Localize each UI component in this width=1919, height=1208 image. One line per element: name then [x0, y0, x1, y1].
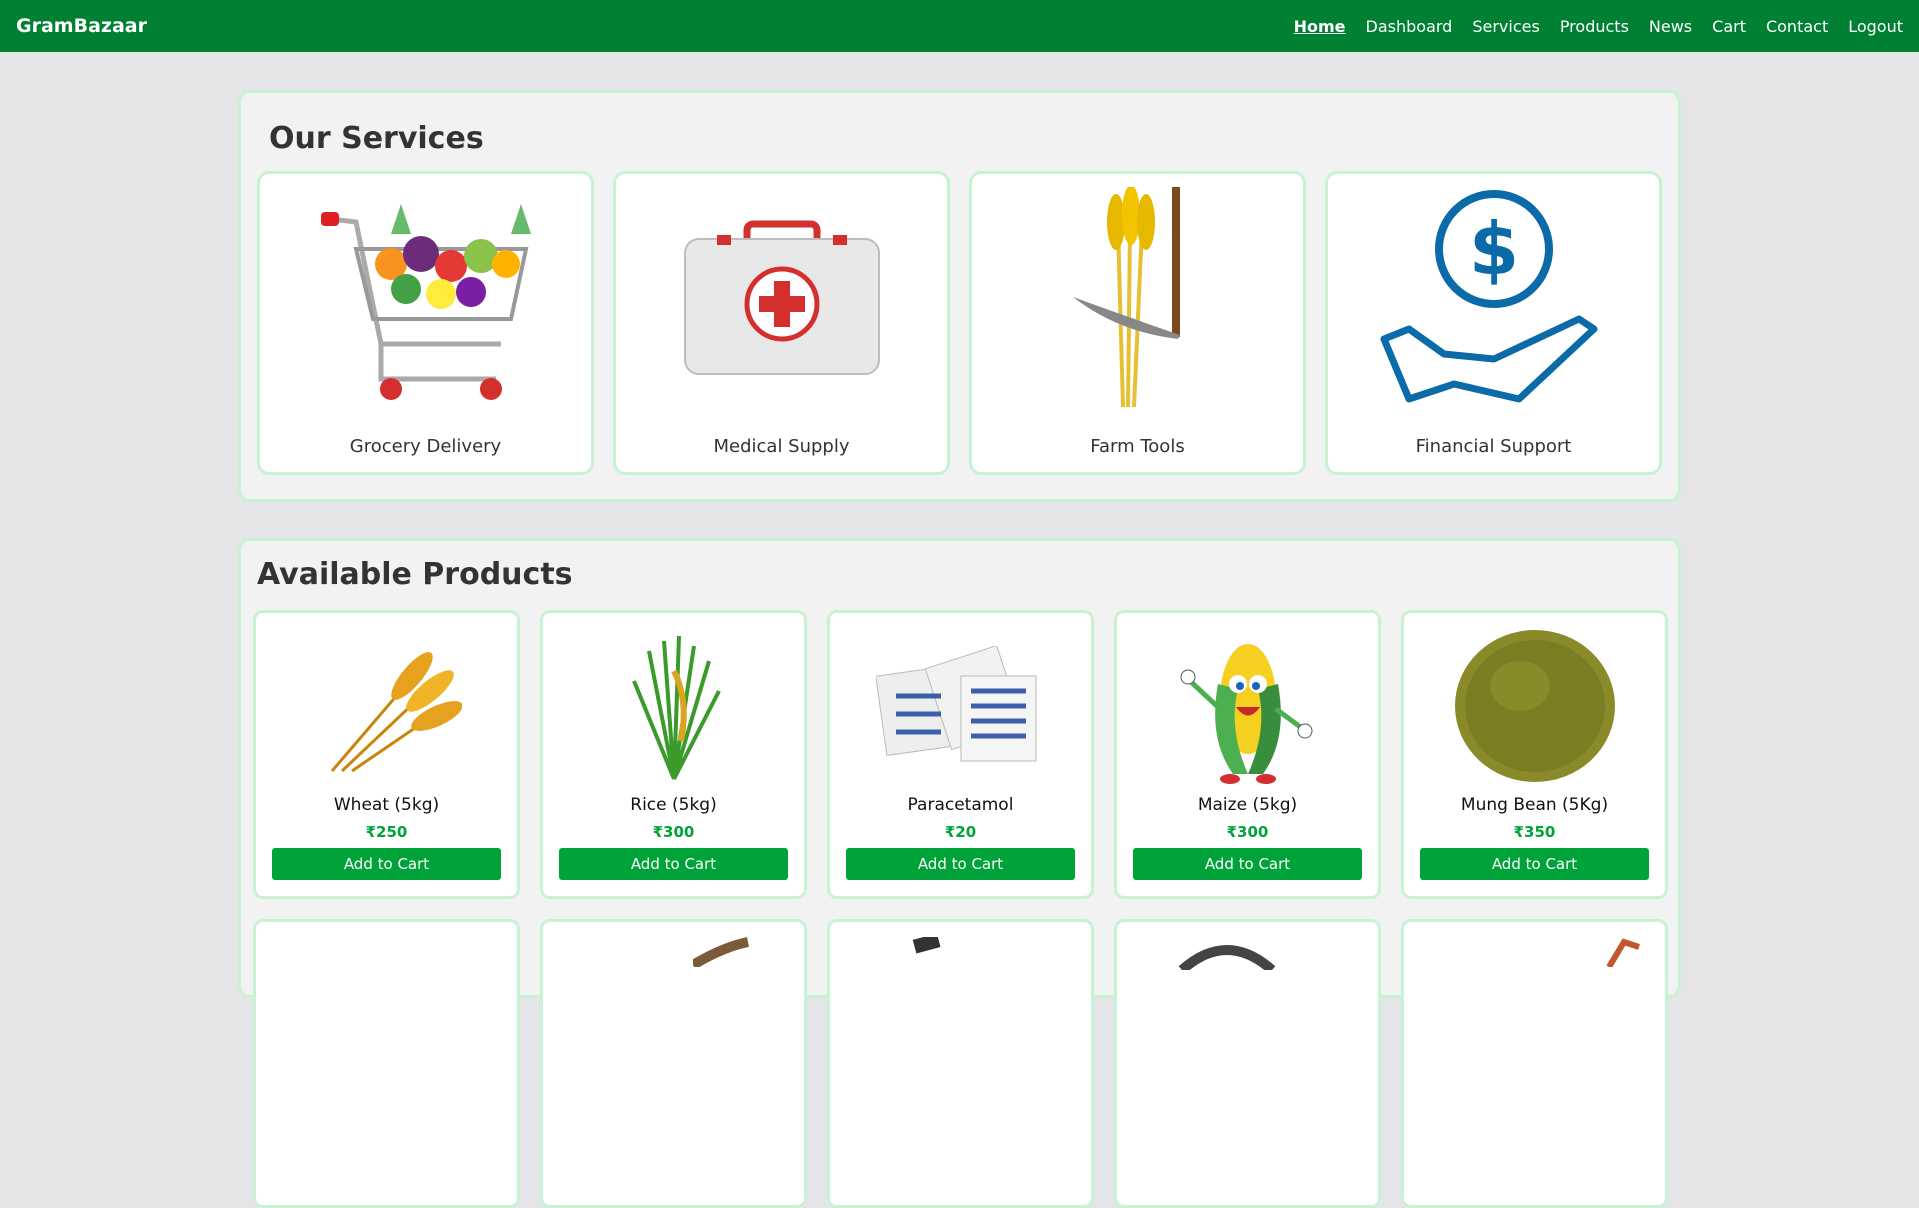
product-name-maize: Maize (5kg) [1197, 795, 1298, 815]
product-card-paracetamol[interactable]: Paracetamol ₹20 Add to Cart [827, 610, 1094, 899]
services-title: Our Services [269, 121, 484, 156]
product-card[interactable] [253, 919, 520, 1208]
service-card-financial[interactable]: $ Financial Support [1325, 171, 1662, 475]
wheat-icon [256, 631, 517, 781]
nav-logout-link[interactable]: Logout [1848, 17, 1903, 36]
services-section: Our Services Grocery Delivery Medical Su… [238, 90, 1681, 502]
nav-services-link[interactable]: Services [1472, 17, 1539, 36]
nav-links: Home Dashboard Services Products News Ca… [1294, 17, 1903, 36]
nav-home-link[interactable]: Home [1294, 17, 1346, 36]
product-card-maize[interactable]: Maize (5kg) ₹300 Add to Cart [1114, 610, 1381, 899]
nav-products-link[interactable]: Products [1560, 17, 1629, 36]
add-to-cart-button-maize[interactable]: Add to Cart [1133, 848, 1362, 880]
products-section: Available Products Wheat (5kg) ₹250 Add … [238, 538, 1681, 1208]
nav-contact-link[interactable]: Contact [1766, 17, 1828, 36]
product-card[interactable] [1114, 919, 1381, 1208]
product-name-paracetamol: Paracetamol [907, 795, 1014, 815]
product-price-mung-bean: ₹350 [1513, 823, 1556, 841]
service-card-grocery[interactable]: Grocery Delivery [257, 171, 594, 475]
shopping-cart-icon [260, 194, 591, 404]
product-price-maize: ₹300 [1226, 823, 1269, 841]
service-label-medical: Medical Supply [713, 436, 850, 457]
product-name-mung-bean: Mung Bean (5Kg) [1460, 795, 1609, 815]
product-price-paracetamol: ₹20 [944, 823, 977, 841]
product-card-mung-bean[interactable]: Mung Bean (5Kg) ₹350 Add to Cart [1401, 610, 1668, 899]
products-title: Available Products [257, 557, 573, 592]
product-card-rice[interactable]: Rice (5kg) ₹300 Add to Cart [540, 610, 807, 899]
rice-plant-icon [543, 631, 804, 781]
product-card[interactable] [540, 919, 807, 1208]
service-label-grocery: Grocery Delivery [349, 436, 502, 457]
mung-bean-pile-icon [1404, 630, 1665, 782]
pill-strip-icon [830, 631, 1091, 781]
add-to-cart-button-rice[interactable]: Add to Cart [559, 848, 788, 880]
product-price-rice: ₹300 [652, 823, 695, 841]
product-card[interactable] [1401, 919, 1668, 1208]
product-card[interactable] [827, 919, 1094, 1208]
service-label-farm-tools: Farm Tools [1090, 436, 1185, 457]
nav-dashboard-link[interactable]: Dashboard [1366, 17, 1453, 36]
add-to-cart-button-wheat[interactable]: Add to Cart [272, 848, 501, 880]
add-to-cart-button-paracetamol[interactable]: Add to Cart [846, 848, 1075, 880]
nav-news-link[interactable]: News [1649, 17, 1692, 36]
brand-logo[interactable]: GramBazaar [16, 15, 147, 37]
wheat-sickle-icon [972, 186, 1303, 407]
product-price-wheat: ₹250 [365, 823, 408, 841]
nav-cart-link[interactable]: Cart [1712, 17, 1746, 36]
first-aid-kit-icon [616, 194, 947, 404]
product-card-wheat[interactable]: Wheat (5kg) ₹250 Add to Cart [253, 610, 520, 899]
service-card-medical[interactable]: Medical Supply [613, 171, 950, 475]
service-label-financial: Financial Support [1415, 436, 1572, 457]
navbar: GramBazaar Home Dashboard Services Produ… [0, 0, 1919, 52]
corn-mascot-icon [1117, 631, 1378, 784]
service-card-farm-tools[interactable]: Farm Tools [969, 171, 1306, 475]
product-name-rice: Rice (5kg) [630, 795, 717, 815]
add-to-cart-button-mung-bean[interactable]: Add to Cart [1420, 848, 1649, 880]
dollar-hand-icon: $ [1328, 190, 1659, 404]
product-name-wheat: Wheat (5kg) [333, 795, 440, 815]
svg-text:$: $ [1468, 207, 1518, 291]
